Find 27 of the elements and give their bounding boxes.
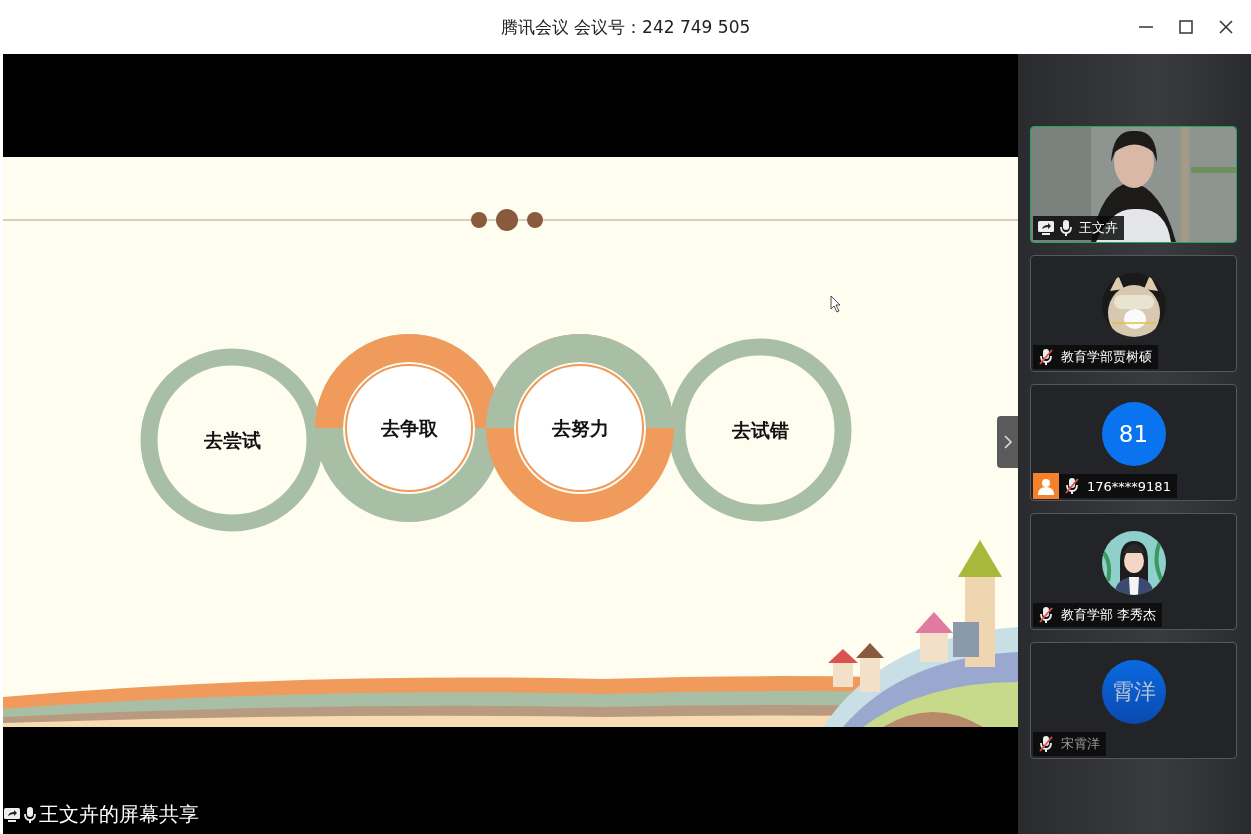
chevron-right-icon xyxy=(1002,434,1013,450)
slide-label: 去争取 xyxy=(380,417,438,439)
close-icon xyxy=(1218,19,1234,35)
participant-tile[interactable]: 教育学部 李秀杰 xyxy=(1030,513,1237,630)
microphone-icon xyxy=(23,805,37,824)
participant-name: 教育学部贾树硕 xyxy=(1061,348,1153,366)
minimize-icon xyxy=(1139,26,1153,28)
initials-avatar: 霄洋 xyxy=(1101,660,1166,724)
participant-name: 176****9181 xyxy=(1087,478,1172,494)
maximize-icon xyxy=(1178,19,1194,35)
screen-share-caption: 王文卉的屏幕共享 xyxy=(39,801,199,828)
cursor-icon xyxy=(830,295,841,313)
participant-tile[interactable]: 教育学部贾树硕 xyxy=(1030,255,1237,372)
participant-tile[interactable]: 81 176****9181 xyxy=(1030,384,1237,501)
initials-avatar: 81 xyxy=(1101,402,1166,466)
window-title: 腾讯会议 会议号：242 749 505 xyxy=(500,15,751,39)
slide-label: 去努力 xyxy=(551,417,609,439)
participant-name: 宋霄洋 xyxy=(1061,735,1101,753)
divider-dots-icon xyxy=(3,209,1018,231)
slide-label: 去试错 xyxy=(731,419,789,441)
participant-name: 教育学部 李秀杰 xyxy=(1061,606,1158,624)
participant-name: 王文卉 xyxy=(1079,219,1119,237)
participant-tile[interactable]: 王文卉 xyxy=(1030,126,1237,243)
expand-panel-button[interactable] xyxy=(997,416,1018,468)
slide-label: 去尝试 xyxy=(203,429,261,451)
participant-tile[interactable]: 霄洋 宋霄洋 xyxy=(1030,642,1237,759)
screen-share-icon xyxy=(3,806,21,823)
